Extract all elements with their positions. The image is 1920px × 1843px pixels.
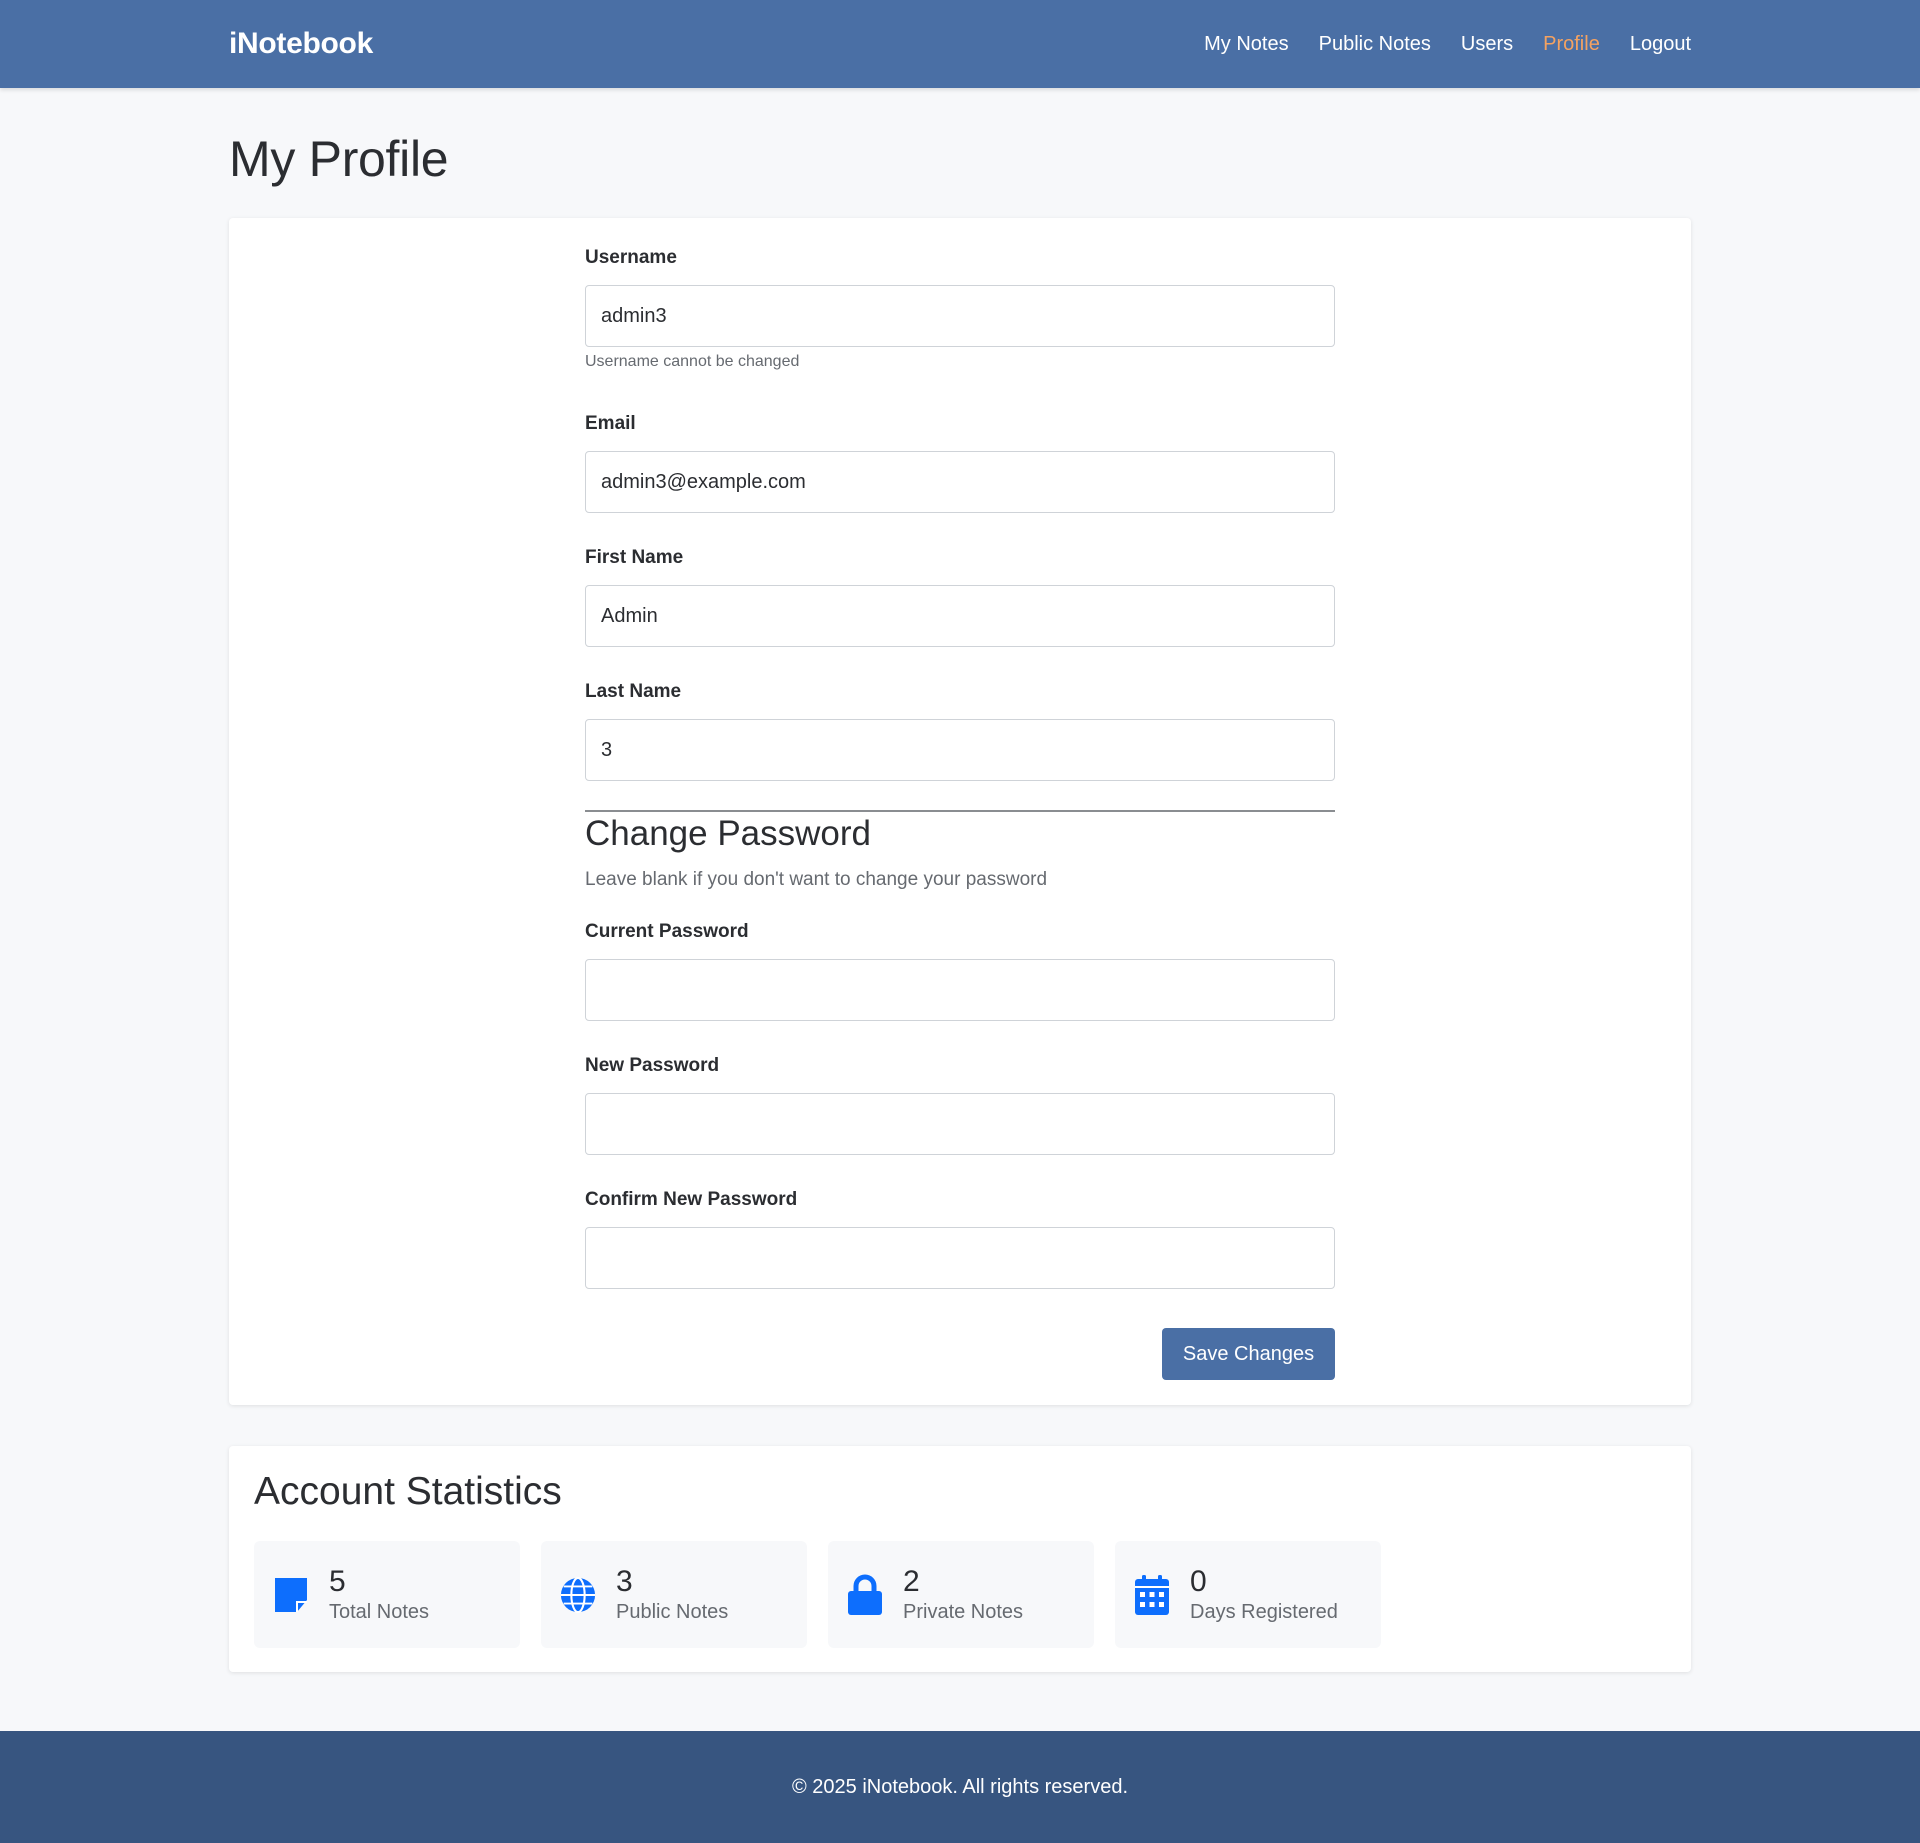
account-statistics-title: Account Statistics bbox=[254, 1470, 562, 1513]
sticky-note-icon bbox=[272, 1575, 310, 1615]
save-changes-button[interactable]: Save Changes bbox=[1162, 1328, 1335, 1380]
stat-label: Public Notes bbox=[616, 1601, 729, 1623]
username-field[interactable] bbox=[585, 285, 1335, 347]
stat-text: 0 Days Registered bbox=[1190, 1565, 1338, 1624]
stats-row: 5 Total Notes 3 Public Notes 2 Private N… bbox=[254, 1541, 1381, 1648]
stat-value: 0 bbox=[1190, 1565, 1207, 1598]
stat-label: Total Notes bbox=[329, 1601, 430, 1623]
globe-icon bbox=[559, 1575, 597, 1615]
username-hint: Username cannot be changed bbox=[585, 353, 800, 370]
stat-value: 2 bbox=[903, 1565, 920, 1598]
navbar-inner: iNotebook My Notes Public Notes Users Pr… bbox=[229, 0, 1691, 88]
change-password-title: Change Password bbox=[585, 814, 871, 853]
confirm-password-field[interactable] bbox=[585, 1227, 1335, 1289]
footer: © 2025 iNotebook. All rights reserved. bbox=[0, 1731, 1920, 1843]
lock-icon bbox=[846, 1574, 884, 1615]
current-password-label: Current Password bbox=[585, 921, 749, 942]
email-label: Email bbox=[585, 413, 636, 434]
calendar-icon bbox=[1133, 1574, 1171, 1615]
stat-value: 5 bbox=[329, 1565, 346, 1598]
last-name-field[interactable] bbox=[585, 719, 1335, 781]
stat-total-notes: 5 Total Notes bbox=[254, 1541, 520, 1648]
footer-copyright: © 2025 iNotebook. All rights reserved. bbox=[791, 1775, 1129, 1798]
navbar: iNotebook My Notes Public Notes Users Pr… bbox=[0, 0, 1920, 88]
first-name-label: First Name bbox=[585, 547, 684, 568]
stat-days-registered: 0 Days Registered bbox=[1115, 1541, 1381, 1648]
nav-link-users[interactable]: Users bbox=[1461, 33, 1513, 56]
brand-logo[interactable]: iNotebook bbox=[229, 27, 373, 61]
stat-text: 5 Total Notes bbox=[329, 1565, 429, 1624]
stat-public-notes: 3 Public Notes bbox=[541, 1541, 807, 1648]
last-name-label: Last Name bbox=[585, 681, 682, 702]
nav-link-my-notes[interactable]: My Notes bbox=[1204, 33, 1288, 56]
new-password-label: New Password bbox=[585, 1055, 720, 1076]
nav-link-profile[interactable]: Profile bbox=[1543, 33, 1600, 56]
section-divider bbox=[585, 810, 1335, 812]
confirm-password-label: Confirm New Password bbox=[585, 1189, 798, 1210]
change-password-note: Leave blank if you don't want to change … bbox=[585, 869, 1048, 890]
username-label: Username bbox=[585, 247, 677, 268]
page-title: My Profile bbox=[229, 131, 449, 187]
stat-value: 3 bbox=[616, 1565, 633, 1598]
stat-private-notes: 2 Private Notes bbox=[828, 1541, 1094, 1648]
stat-label: Private Notes bbox=[903, 1601, 1024, 1623]
nav-link-public-notes[interactable]: Public Notes bbox=[1319, 33, 1431, 56]
nav-link-logout[interactable]: Logout bbox=[1630, 33, 1691, 56]
stat-text: 2 Private Notes bbox=[903, 1565, 1023, 1624]
account-statistics-card: Account Statistics 5 Total Notes 3 Publi… bbox=[229, 1446, 1691, 1672]
nav-links: My Notes Public Notes Users Profile Logo… bbox=[1204, 33, 1691, 56]
email-field[interactable] bbox=[585, 451, 1335, 513]
first-name-field[interactable] bbox=[585, 585, 1335, 647]
stat-text: 3 Public Notes bbox=[616, 1565, 728, 1624]
stat-label: Days Registered bbox=[1190, 1601, 1338, 1623]
profile-card: Username Username cannot be changed Emai… bbox=[229, 218, 1691, 1405]
new-password-field[interactable] bbox=[585, 1093, 1335, 1155]
current-password-field[interactable] bbox=[585, 959, 1335, 1021]
